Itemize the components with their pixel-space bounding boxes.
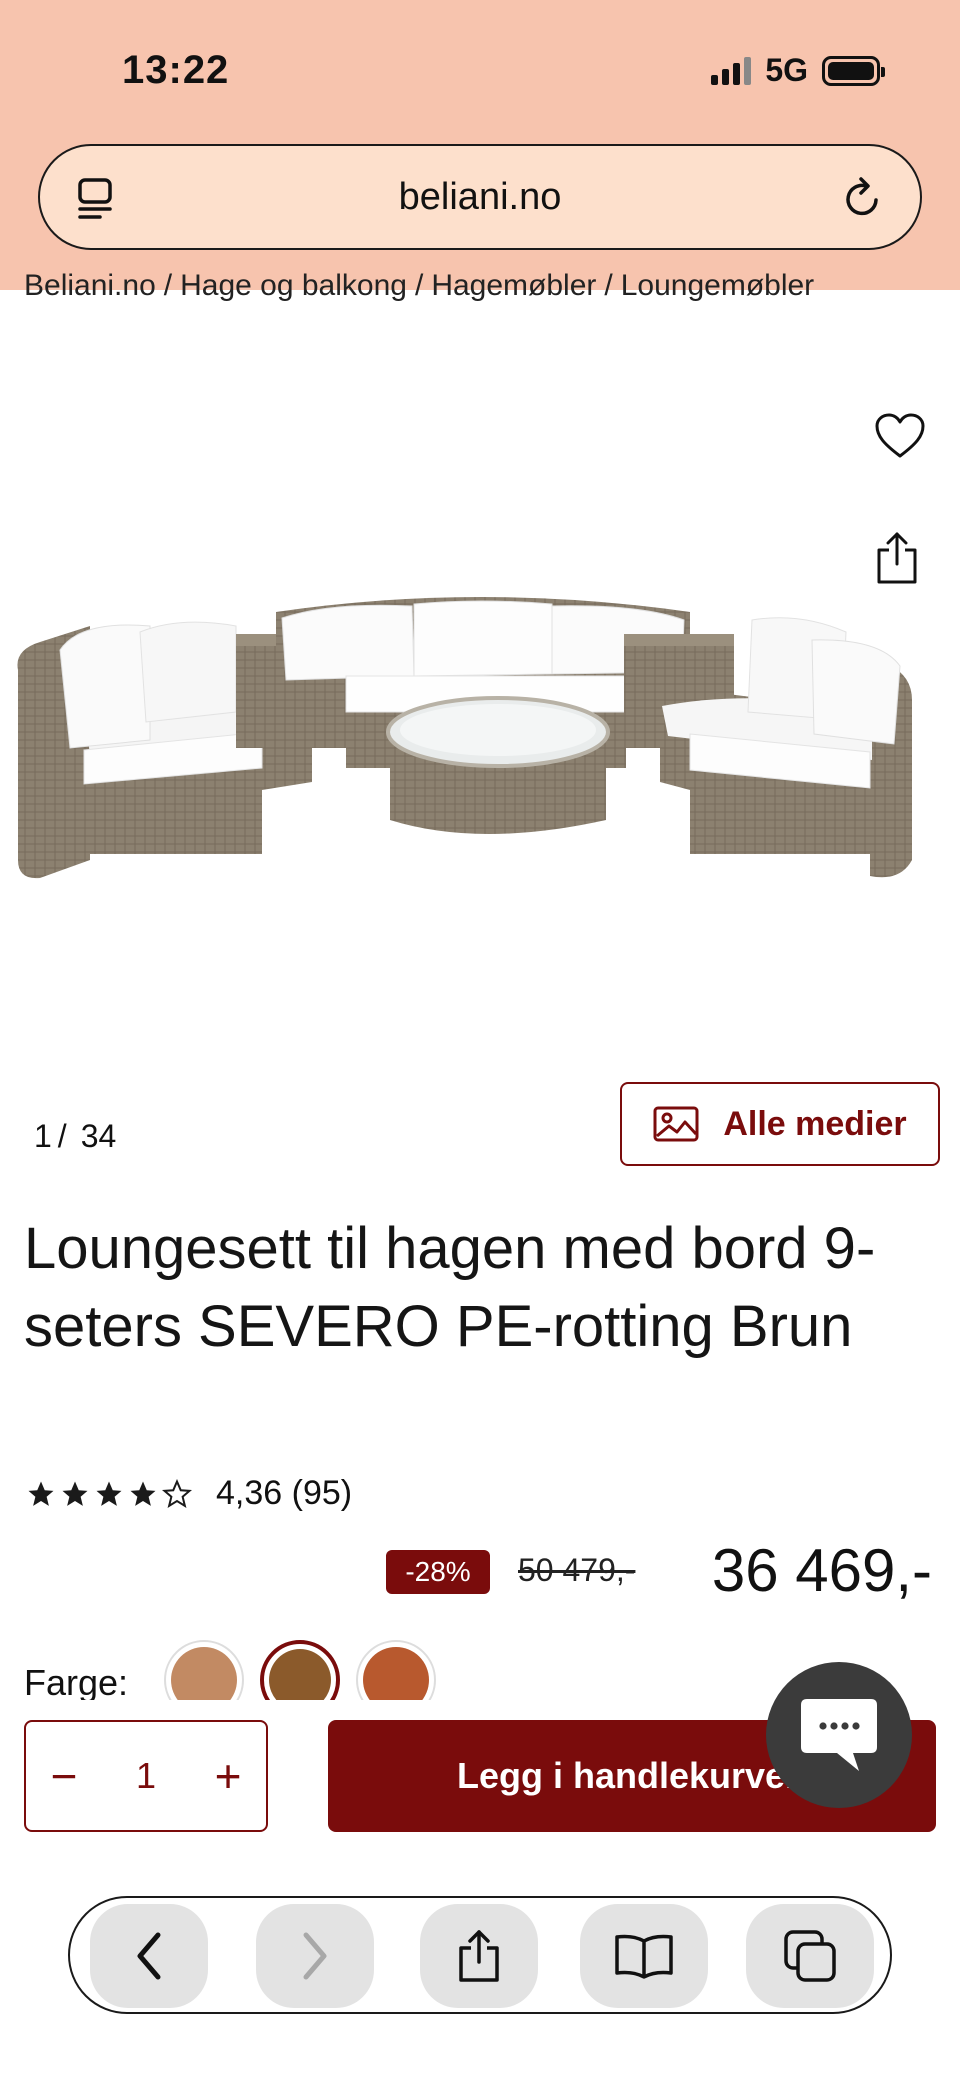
product-rating[interactable]: 4,36 (95)	[26, 1474, 352, 1513]
breadcrumb-item[interactable]: Loungemøbler	[621, 269, 814, 302]
status-time: 13:22	[122, 48, 230, 92]
chat-button[interactable]	[766, 1662, 912, 1808]
quantity-value[interactable]: 1	[136, 1755, 156, 1797]
share-icon[interactable]	[874, 530, 920, 586]
color-swatch[interactable]	[164, 1640, 248, 1700]
back-button[interactable]	[90, 1904, 208, 2008]
url-text[interactable]: beliani.no	[399, 176, 562, 219]
breadcrumb: Beliani.no / Hage og balkong / Hagemøbler / Lo…	[24, 269, 815, 302]
forward-button[interactable]	[256, 1904, 374, 2008]
tabs-icon	[784, 1930, 836, 1982]
breadcrumb-item[interactable]: Hage og balkong	[180, 269, 407, 302]
chat-bubble-icon	[801, 1699, 877, 1771]
status-indicators: 5G	[711, 52, 885, 89]
current-price: 36 469,-	[711, 1537, 932, 1604]
decrease-quantity-button[interactable]: −	[44, 1753, 84, 1799]
add-to-cart-label: Legg i handlekurven	[456, 1755, 808, 1796]
star-filled-icon	[28, 1481, 54, 1506]
all-media-button[interactable]: Alle medier	[620, 1082, 940, 1166]
product-title: Loungesett til hagen med bord 9-seters S…	[24, 1216, 876, 1359]
increase-quantity-button[interactable]: +	[208, 1753, 248, 1799]
color-label: Farge:	[24, 1662, 129, 1700]
reload-icon[interactable]	[840, 174, 886, 222]
book-icon	[615, 1934, 673, 1979]
discount-badge: -28%	[386, 1550, 490, 1594]
rating-text: 4,36 (95)	[216, 1474, 353, 1512]
favorite-heart-icon[interactable]	[874, 412, 926, 460]
image-counter: 1/34	[34, 1118, 117, 1154]
address-bar[interactable]: beliani.no	[38, 144, 922, 250]
all-media-label: Alle medier	[723, 1104, 907, 1143]
star-filled-icon	[96, 1481, 122, 1506]
share-button[interactable]	[420, 1904, 538, 2008]
browser-toolbar	[68, 1896, 892, 2014]
network-type: 5G	[765, 52, 808, 88]
star-filled-icon	[62, 1481, 88, 1506]
color-swatch-selected[interactable]	[260, 1640, 344, 1700]
cellular-signal-icon	[711, 56, 752, 85]
star-empty-icon	[162, 1478, 192, 1508]
product-image[interactable]	[0, 320, 960, 1040]
image-gallery-icon	[653, 1106, 699, 1142]
old-price: 50 479,-	[518, 1552, 636, 1588]
tabs-button[interactable]	[746, 1904, 874, 2008]
share-icon	[459, 1930, 499, 1982]
quantity-stepper: − 1 +	[24, 1720, 268, 1832]
color-swatch[interactable]	[356, 1640, 440, 1700]
chevron-left-icon	[137, 1932, 161, 1980]
page-menu-icon[interactable]	[76, 176, 120, 222]
breadcrumb-item[interactable]: Beliani.no	[24, 269, 156, 302]
chevron-right-icon	[303, 1932, 327, 1980]
breadcrumb-item[interactable]: Hagemøbler	[431, 269, 596, 302]
battery-icon	[822, 55, 885, 86]
star-filled-icon	[130, 1481, 156, 1506]
bookmarks-button[interactable]	[580, 1904, 708, 2008]
